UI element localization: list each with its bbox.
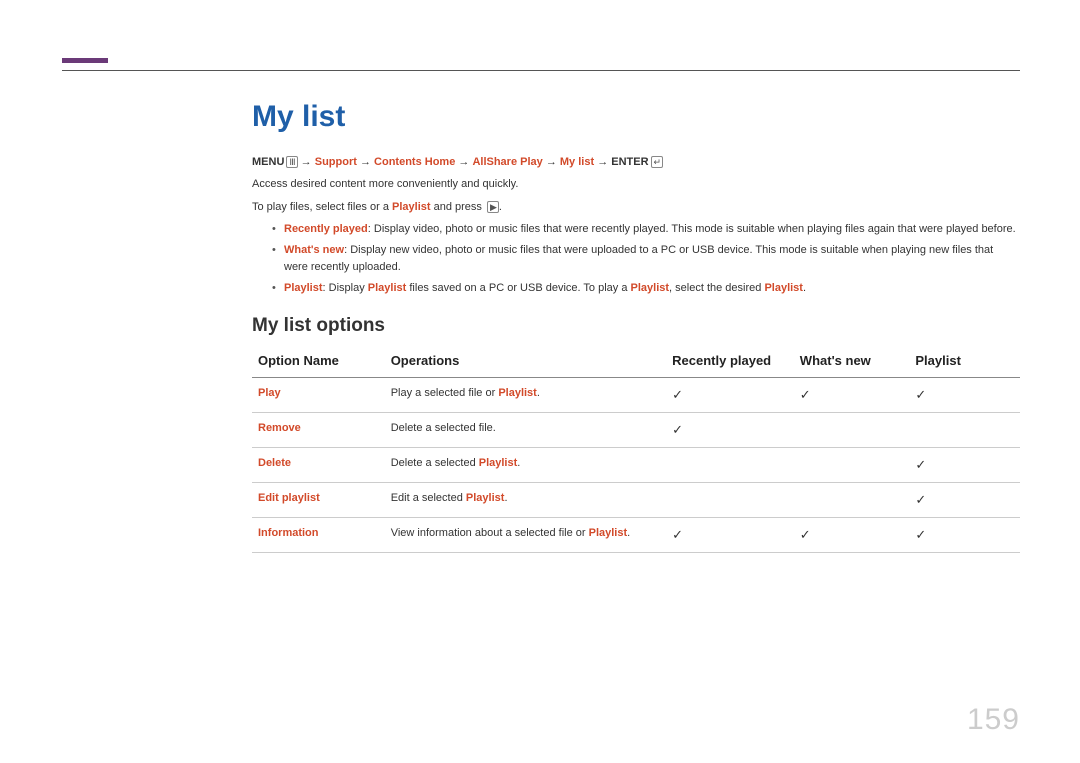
breadcrumb-arrow: →: [458, 156, 469, 168]
cell-pl: ✓: [909, 518, 1020, 553]
cell-wn: [794, 483, 910, 518]
table-row: Remove Delete a selected file. ✓: [252, 413, 1020, 448]
intro-text-2: To play files, select files or a Playlis…: [252, 199, 1020, 216]
cell-wn: ✓: [794, 518, 910, 553]
cell-op-a: Delete a selected file.: [391, 422, 496, 434]
cell-pl: [909, 413, 1020, 448]
breadcrumb-arrow: →: [301, 156, 312, 168]
breadcrumb-arrow: →: [546, 156, 557, 168]
cell-pl: ✓: [909, 448, 1020, 483]
bullet-text: , select the desired: [669, 282, 764, 294]
col-operations: Operations: [385, 343, 666, 378]
col-option-name: Option Name: [252, 343, 385, 378]
breadcrumb-my-list: My list: [560, 156, 594, 168]
cell-rp: [666, 448, 794, 483]
breadcrumb-allshare: AllShare Play: [472, 156, 542, 168]
breadcrumb-arrow: →: [597, 156, 608, 168]
cell-rp: ✓: [666, 378, 794, 413]
col-playlist: Playlist: [909, 343, 1020, 378]
bullet-text: files saved on a PC or USB device. To pl…: [406, 282, 630, 294]
intro-text-2a: To play files, select files or a: [252, 201, 392, 213]
cell-opt-name: Remove: [252, 413, 385, 448]
cell-wn: ✓: [794, 378, 910, 413]
cell-opt-name: Information: [252, 518, 385, 553]
cell-op-hl: Playlist: [589, 527, 628, 539]
intro-text-2b: and press: [431, 201, 485, 213]
cell-wn: [794, 448, 910, 483]
cell-rp: ✓: [666, 413, 794, 448]
top-rule: [62, 70, 1020, 71]
cell-operation: Delete a selected Playlist.: [385, 448, 666, 483]
list-item: Recently played: Display video, photo or…: [272, 221, 1020, 238]
cell-op-b: .: [504, 492, 507, 504]
breadcrumb-support: Support: [315, 156, 357, 168]
cell-operation: Delete a selected file.: [385, 413, 666, 448]
intro-text-2hl: Playlist: [392, 201, 431, 213]
intro-text-1: Access desired content more conveniently…: [252, 176, 1020, 193]
cell-op-b: .: [537, 387, 540, 399]
cell-operation: View information about a selected file o…: [385, 518, 666, 553]
breadcrumb-contents-home: Contents Home: [374, 156, 455, 168]
bullet-hl: Playlist: [284, 282, 323, 294]
bullet-hl: Playlist: [631, 282, 670, 294]
table-row: Edit playlist Edit a selected Playlist. …: [252, 483, 1020, 518]
cell-op-a: View information about a selected file o…: [391, 527, 589, 539]
col-whats-new: What's new: [794, 343, 910, 378]
table-row: Information View information about a sel…: [252, 518, 1020, 553]
list-item: Playlist: Display Playlist files saved o…: [272, 280, 1020, 297]
bullet-text: : Display video, photo or music files th…: [368, 223, 1016, 235]
menu-icon: Ⅲ: [286, 156, 297, 168]
page-title: My list: [252, 100, 1020, 134]
cell-op-a: Edit a selected: [391, 492, 466, 504]
table-header-row: Option Name Operations Recently played W…: [252, 343, 1020, 378]
cell-rp: ✓: [666, 518, 794, 553]
list-item: What's new: Display new video, photo or …: [272, 242, 1020, 276]
table-row: Delete Delete a selected Playlist. ✓: [252, 448, 1020, 483]
cell-op-hl: Playlist: [498, 387, 537, 399]
cell-op-b: .: [627, 527, 630, 539]
cell-operation: Edit a selected Playlist.: [385, 483, 666, 518]
cell-op-b: .: [517, 457, 520, 469]
table-row: Play Play a selected file or Playlist. ✓…: [252, 378, 1020, 413]
section-subtitle: My list options: [252, 315, 1020, 337]
cell-opt-name: Delete: [252, 448, 385, 483]
enter-icon: ↵: [651, 156, 664, 168]
bullet-text: .: [803, 282, 806, 294]
cell-op-hl: Playlist: [466, 492, 505, 504]
cell-op-a: Play a selected file or: [391, 387, 499, 399]
breadcrumb-arrow: →: [360, 156, 371, 168]
bullet-text: : Display: [323, 282, 368, 294]
play-icon: ▶: [487, 201, 499, 213]
cell-rp: [666, 483, 794, 518]
cell-opt-name: Play: [252, 378, 385, 413]
cell-op-a: Delete a selected: [391, 457, 479, 469]
breadcrumb-menu: MENU: [252, 156, 284, 168]
breadcrumb-enter: ENTER: [611, 156, 648, 168]
breadcrumb: MENUⅢ → Support → Contents Home → AllSha…: [252, 156, 1020, 168]
page-content: My list MENUⅢ → Support → Contents Home …: [252, 100, 1020, 553]
bullet-hl: Playlist: [368, 282, 407, 294]
bullet-hl: Playlist: [764, 282, 803, 294]
intro-text-2dot: .: [499, 201, 502, 213]
bullet-text: : Display new video, photo or music file…: [284, 244, 993, 273]
col-recently-played: Recently played: [666, 343, 794, 378]
bullet-hl: Recently played: [284, 223, 368, 235]
cell-operation: Play a selected file or Playlist.: [385, 378, 666, 413]
cell-opt-name: Edit playlist: [252, 483, 385, 518]
options-table: Option Name Operations Recently played W…: [252, 343, 1020, 553]
section-tab-marker: [62, 58, 108, 63]
bullet-hl: What's new: [284, 244, 344, 256]
page-number: 159: [967, 703, 1020, 737]
cell-pl: ✓: [909, 378, 1020, 413]
cell-pl: ✓: [909, 483, 1020, 518]
cell-wn: [794, 413, 910, 448]
cell-op-hl: Playlist: [479, 457, 518, 469]
bullet-list: Recently played: Display video, photo or…: [272, 221, 1020, 297]
